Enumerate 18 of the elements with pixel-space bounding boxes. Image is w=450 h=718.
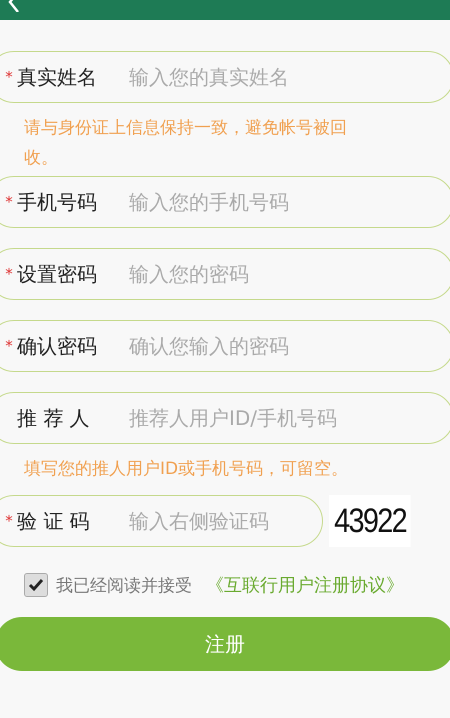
required-mark: * (4, 337, 14, 355)
checkbox[interactable] (24, 573, 48, 597)
input-field[interactable]: * 手机号码 输入您的手机号码 (0, 176, 450, 228)
required-mark: * (4, 193, 14, 211)
required-mark: * (4, 68, 14, 86)
required-mark: * (4, 512, 14, 530)
hint-text: 请与身份证上信息保持一致，避免帐号被回收。 (24, 117, 348, 170)
required-mark: * (4, 265, 14, 283)
hint-text: 填写您的推人用户ID或手机号码，可留空。 (24, 458, 350, 481)
input-field[interactable]: * 验 证 码 输入右侧验证码 (0, 495, 323, 547)
input-field[interactable]: 推 荐 人 推荐人用户ID/手机号码 (0, 392, 450, 444)
back-icon[interactable] (6, 0, 20, 12)
input-field[interactable]: * 设置密码 输入您的密码 (0, 248, 450, 300)
input-field[interactable]: * 确认密码 确认您输入的密码 (0, 320, 450, 372)
input-field[interactable]: * 真实姓名 输入您的真实姓名 (0, 51, 450, 103)
agreement-text: 我已经阅读并接受 (56, 574, 192, 596)
captcha-image[interactable]: 43922 (329, 495, 411, 547)
check-icon (28, 578, 44, 592)
